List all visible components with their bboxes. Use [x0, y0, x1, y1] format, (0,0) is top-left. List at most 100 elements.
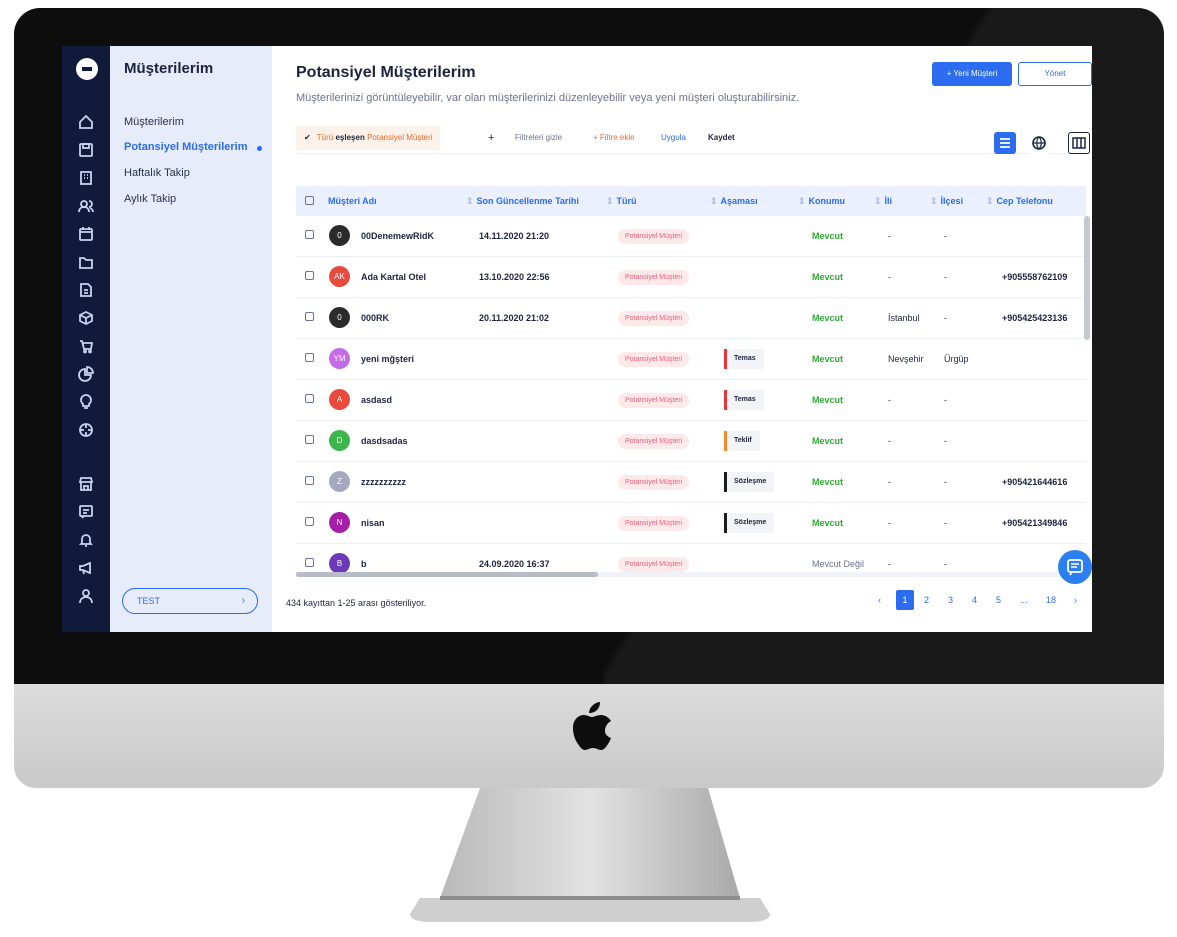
customer-name[interactable]: yeni mğşteri [361, 339, 414, 379]
prev-page-button[interactable]: ‹ [878, 590, 881, 610]
customer-name[interactable]: Ada Kartal Otel [361, 257, 426, 297]
horizontal-scrollbar[interactable] [296, 572, 1086, 577]
scrollbar-thumb[interactable] [296, 572, 598, 577]
page-button[interactable]: 2 [924, 590, 929, 610]
column-header-district[interactable]: ⇕ İlçesi [930, 186, 963, 216]
sort-icon: ⇕ [606, 196, 614, 206]
add-icon[interactable]: + [488, 126, 494, 150]
column-header-stage[interactable]: ⇕ Aşaması [710, 186, 758, 216]
page-button[interactable]: 3 [948, 590, 953, 610]
column-header-type[interactable]: ⇕ Türü [606, 186, 637, 216]
row-checkbox[interactable] [305, 271, 314, 280]
submenu-item-customers[interactable]: Müşterilerim [124, 116, 184, 128]
megaphone-icon[interactable] [77, 560, 95, 578]
vertical-scrollbar[interactable] [1084, 216, 1090, 340]
table-row[interactable]: 0 00DenemewRidK 14.11.2020 21:20 Potansiyel… [296, 216, 1086, 257]
row-checkbox[interactable] [305, 312, 314, 321]
user-icon[interactable] [77, 588, 95, 606]
location-status: Mevcut [812, 395, 844, 405]
add-filter-link[interactable]: + Filtre ekle [593, 126, 635, 150]
table-row[interactable]: Bb 24.09.2020 16:37 Potansiyel Müşteri Mevc… [296, 544, 1086, 574]
app-logo-icon[interactable] [76, 58, 98, 80]
filter-bar: ✔ Türü eşleşen Potansiyel Müşteri + Filt… [296, 126, 1092, 154]
table-row[interactable]: YM yeni mğşteri Potansiyel Müşteri Temas Mev… [296, 339, 1086, 380]
column-header-location[interactable]: ⇕ Konumu [798, 186, 845, 216]
chat-icon[interactable] [77, 504, 95, 522]
page-button[interactable]: 18 [1046, 590, 1056, 610]
bell-icon[interactable] [77, 532, 95, 550]
row-checkbox[interactable] [305, 435, 314, 444]
table-row[interactable]: 0 000RK 20.11.2020 21:02 Potansiyel Müşteri… [296, 298, 1086, 339]
save-icon[interactable] [77, 142, 95, 160]
customer-name[interactable]: nisan [361, 503, 385, 543]
main-content: Potansiyel Müşterilerim Müşterilerinizi … [272, 46, 1092, 632]
avatar: 0 [329, 307, 350, 328]
target-icon[interactable] [77, 422, 95, 440]
page-button[interactable]: 5 [996, 590, 1001, 610]
cart-icon[interactable] [77, 338, 95, 356]
avatar: AK [329, 266, 350, 287]
district: - [944, 559, 947, 569]
city: İstanbul [888, 313, 920, 323]
manage-button[interactable]: Yönet [1018, 62, 1092, 86]
hide-filters-link[interactable]: Filtreleri gizle [515, 126, 562, 150]
chat-fab-button[interactable] [1058, 550, 1092, 584]
row-checkbox[interactable] [305, 394, 314, 403]
submenu-item-potential-customers[interactable]: Potansiyel Müşterilerim [124, 141, 261, 153]
customer-name[interactable]: 000RK [361, 298, 389, 338]
new-customer-button[interactable]: + Yeni Müşteri [932, 62, 1012, 86]
document-icon[interactable] [77, 282, 95, 300]
columns-button[interactable] [1068, 132, 1090, 154]
calendar-icon[interactable] [77, 226, 95, 244]
customer-name[interactable]: b [361, 544, 367, 574]
home-icon[interactable] [77, 114, 95, 132]
row-checkbox[interactable] [305, 476, 314, 485]
table-row[interactable]: Zzzzzzzzzzz Potansiyel Müşteri Sözleşme Mev… [296, 462, 1086, 503]
table-row[interactable]: Ddasdsadas Potansiyel Müşteri Teklif Mevcut… [296, 421, 1086, 462]
users-icon[interactable] [77, 198, 95, 216]
city: - [888, 272, 891, 282]
submenu-item-monthly-tracking[interactable]: Aylık Takip [124, 193, 176, 205]
pie-chart-icon[interactable] [77, 366, 95, 384]
table-header: Müşteri Adı ⇕ Son Güncellenme Tarihi ⇕ Tür… [296, 186, 1086, 216]
stage-label: Sözleşme [734, 478, 767, 485]
active-filter-chip[interactable]: ✔ Türü eşleşen Potansiyel Müşteri [296, 126, 441, 150]
apply-filter-link[interactable]: Uygula [661, 126, 686, 150]
box-icon[interactable] [77, 310, 95, 328]
table-row[interactable]: AK Ada Kartal Otel 13.10.2020 22:56 Potansi… [296, 257, 1086, 298]
sort-icon: ⇕ [986, 196, 994, 206]
city: - [888, 559, 891, 569]
column-header-name[interactable]: Müşteri Adı [328, 186, 377, 216]
folder-icon[interactable] [77, 254, 95, 272]
avatar: N [329, 512, 350, 533]
submenu-item-weekly-tracking[interactable]: Haftalık Takip [124, 167, 190, 179]
store-icon[interactable] [77, 476, 95, 494]
stage-label: Temas [734, 396, 756, 403]
table-row[interactable]: Nnisan Potansiyel Müşteri Sözleşme Mevcut - -… [296, 503, 1086, 544]
map-view-button[interactable] [1028, 132, 1050, 154]
page-button[interactable]: 1 [896, 590, 914, 610]
select-all-checkbox[interactable] [305, 196, 314, 205]
column-header-updated[interactable]: ⇕ Son Güncellenme Tarihi [466, 186, 579, 216]
row-checkbox[interactable] [305, 230, 314, 239]
column-header-city[interactable]: ⇕ İli [874, 186, 892, 216]
column-header-phone[interactable]: ⇕ Cep Telefonu [986, 186, 1053, 216]
building-icon[interactable] [77, 170, 95, 188]
row-checkbox[interactable] [305, 353, 314, 362]
city: - [888, 518, 891, 528]
save-filter-link[interactable]: Kaydet [708, 126, 735, 150]
row-checkbox[interactable] [305, 517, 314, 526]
app-screen: Müşterilerim Müşterilerim Potansiyel Müş… [62, 46, 1092, 632]
table-row[interactable]: Aasdasd Potansiyel Müşteri Temas Mevcut - - [296, 380, 1086, 421]
bulb-icon[interactable] [77, 394, 95, 412]
next-page-button[interactable]: › [1074, 590, 1077, 610]
page-button[interactable]: 4 [972, 590, 977, 610]
list-view-button[interactable] [994, 132, 1016, 154]
customer-name[interactable]: zzzzzzzzzz [361, 462, 406, 502]
customer-name[interactable]: asdasd [361, 380, 392, 420]
row-checkbox[interactable] [305, 558, 314, 567]
customer-name[interactable]: 00DenemewRidK [361, 216, 434, 256]
customer-name[interactable]: dasdsadas [361, 421, 408, 461]
type-badge: Potansiyel Müşteri [618, 434, 690, 449]
account-switch-button[interactable]: TEST › [122, 588, 258, 614]
